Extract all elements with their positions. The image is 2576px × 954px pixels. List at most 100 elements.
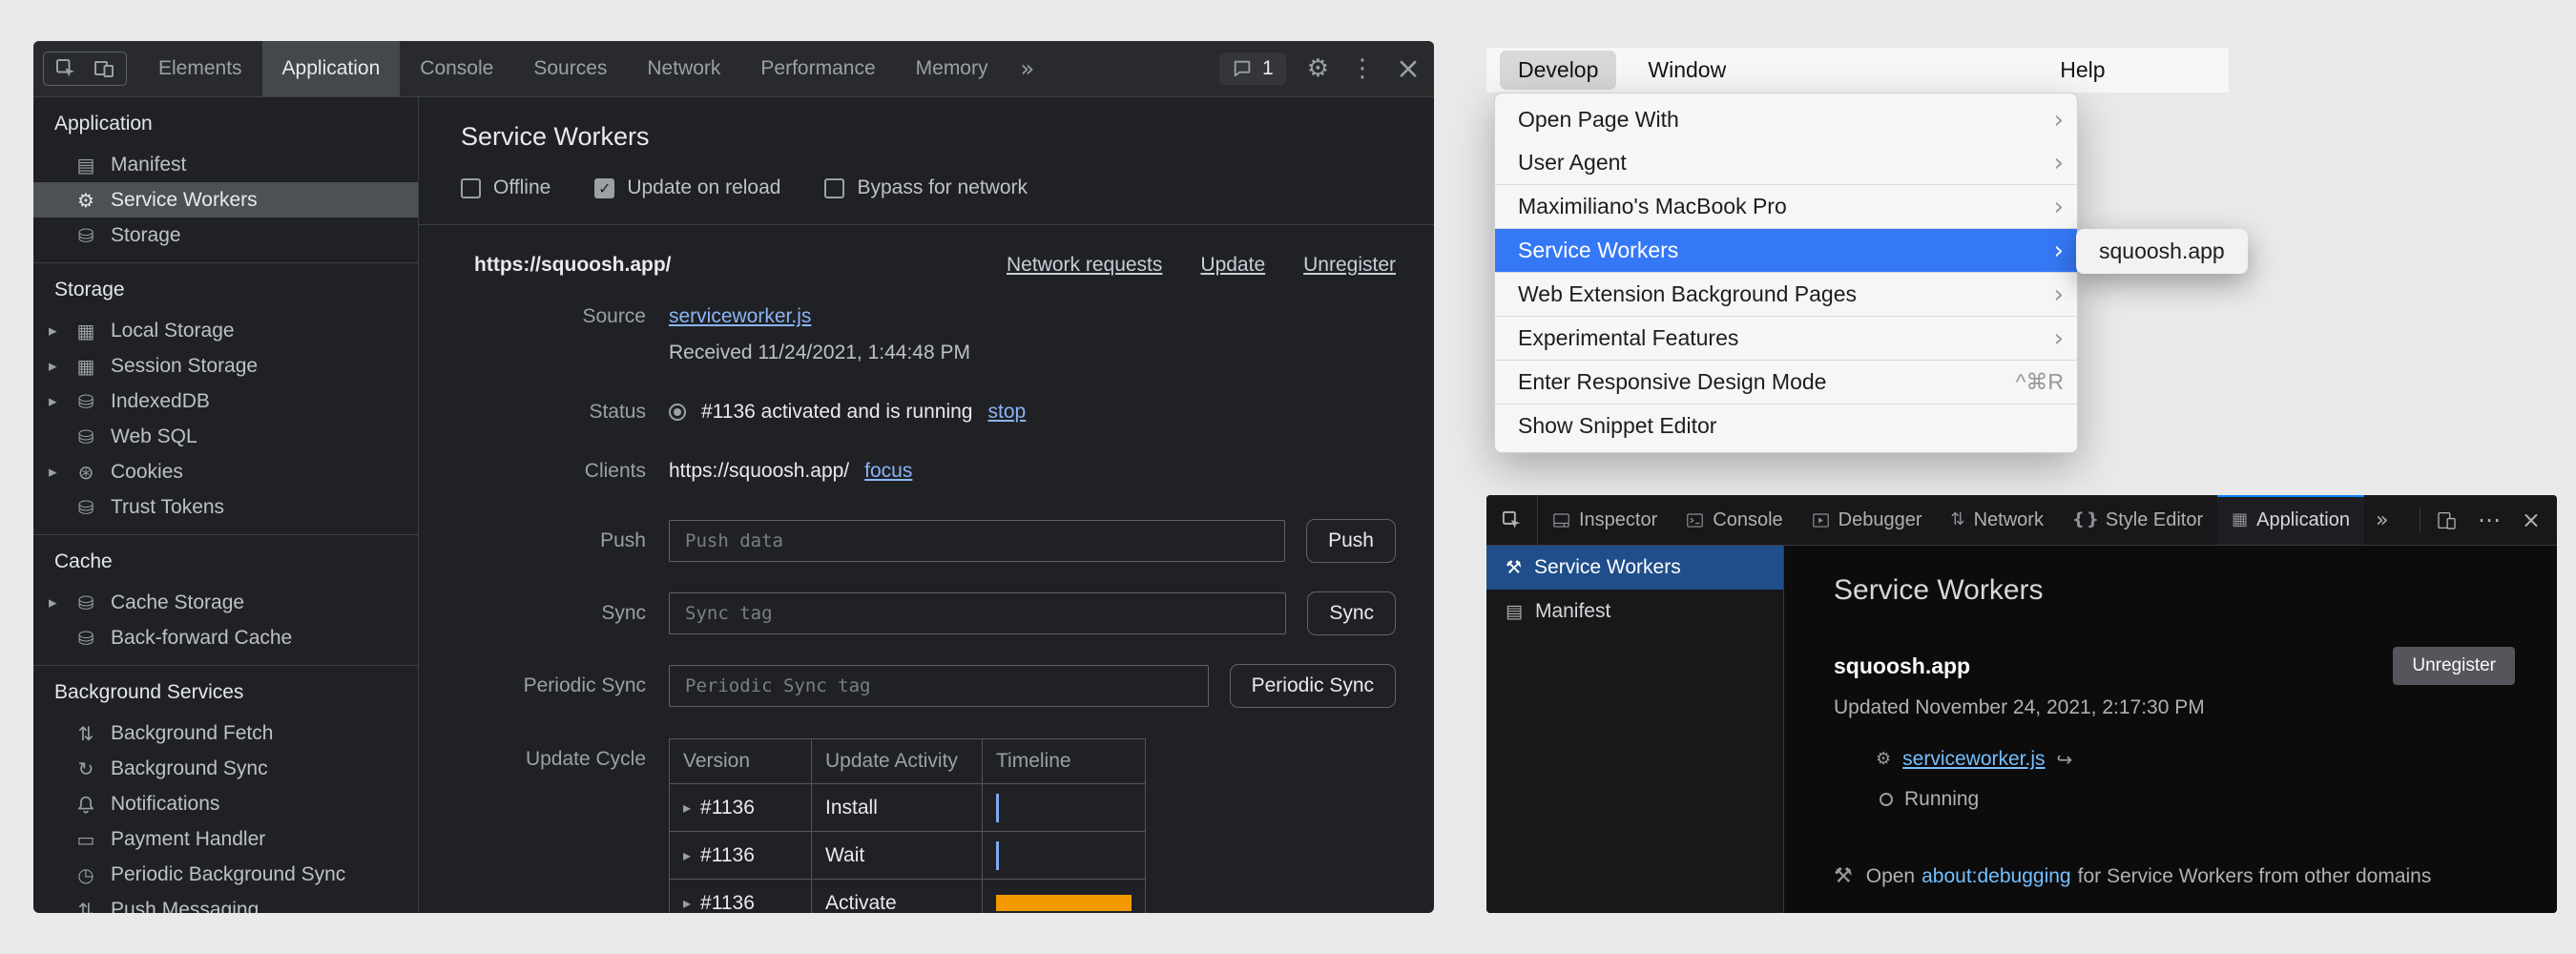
sidebar-item-periodic-background-sync[interactable]: Periodic Background Sync	[33, 857, 418, 892]
offline-checkbox[interactable]: Offline	[461, 176, 551, 199]
network-requests-link[interactable]: Network requests	[1007, 254, 1162, 277]
tab-sources[interactable]: Sources	[513, 41, 627, 96]
expand-arrow-icon[interactable]	[49, 357, 57, 376]
menubar-item-help[interactable]: Help	[2042, 51, 2123, 90]
sidebar-item-storage[interactable]: Storage	[33, 218, 418, 253]
sidebar-item-label: Background Fetch	[111, 722, 273, 745]
tab-console[interactable]: Console	[1672, 495, 1797, 545]
menu-item-user-agent[interactable]: User Agent	[1495, 141, 2077, 184]
checkbox-box-checked[interactable]	[594, 178, 614, 198]
pick-element-icon[interactable]	[1486, 495, 1538, 545]
about-debugging-link[interactable]: about:debugging	[1922, 865, 2071, 888]
periodic-sync-tag-input[interactable]	[669, 665, 1209, 707]
sidebar-item-local-storage[interactable]: Local Storage	[33, 313, 418, 348]
sidebar-item-label: Manifest	[111, 154, 186, 176]
sidebar-item-service-workers[interactable]: Service Workers	[1486, 546, 1783, 590]
sidebar-item-trust-tokens[interactable]: Trust Tokens	[33, 489, 418, 525]
sidebar-item-label: Storage	[111, 224, 181, 247]
worker-script-link[interactable]: serviceworker.js	[1902, 748, 2045, 771]
checkbox-box[interactable]	[824, 178, 844, 198]
checkbox-box[interactable]	[461, 178, 481, 198]
push-button[interactable]: Push	[1306, 519, 1396, 563]
status-text: Running	[1904, 788, 1979, 811]
menu-item-macbook-pro[interactable]: Maximiliano's MacBook Pro	[1495, 185, 2077, 228]
inspector-icon	[1552, 511, 1570, 529]
stop-link[interactable]: stop	[987, 401, 1026, 424]
expand-arrow-icon[interactable]	[49, 392, 57, 411]
tab-performance[interactable]: Performance	[740, 41, 895, 96]
sidebar-item-web-sql[interactable]: Web SQL	[33, 419, 418, 454]
sidebar-item-service-workers[interactable]: Service Workers	[33, 182, 418, 218]
menubar-item-develop[interactable]: Develop	[1500, 51, 1616, 90]
sidebar-item-background-fetch[interactable]: Background Fetch	[33, 716, 418, 751]
sidebar-item-session-storage[interactable]: Session Storage	[33, 348, 418, 384]
inspect-element-icon[interactable]	[54, 57, 77, 80]
settings-gear-icon[interactable]	[1307, 56, 1329, 81]
tab-network[interactable]: Network	[1937, 495, 2058, 545]
sidebar-item-indexeddb[interactable]: IndexedDB	[33, 384, 418, 419]
sidebar-item-back-forward-cache[interactable]: Back-forward Cache	[33, 620, 418, 655]
sidebar-item-payment-handler[interactable]: Payment Handler	[33, 821, 418, 857]
section-title-storage: Storage	[33, 263, 418, 313]
expand-arrow-icon[interactable]	[49, 463, 57, 482]
sidebar-item-manifest[interactable]: Manifest	[1486, 590, 1783, 633]
update-on-reload-checkbox[interactable]: Update on reload	[594, 176, 780, 199]
menubar-item-window[interactable]: Window	[1630, 51, 1744, 90]
push-data-input[interactable]	[669, 520, 1285, 562]
expand-arrow-icon[interactable]	[49, 321, 57, 341]
menu-item-experimental-features[interactable]: Experimental Features	[1495, 317, 2077, 360]
tab-console[interactable]: Console	[400, 41, 513, 96]
sync-tag-input[interactable]	[669, 592, 1286, 634]
close-devtools-icon[interactable]	[2511, 507, 2551, 533]
source-file-link[interactable]: serviceworker.js	[669, 305, 811, 328]
expand-arrow-icon[interactable]	[683, 798, 691, 817]
bypass-for-network-checkbox[interactable]: Bypass for network	[824, 176, 1028, 199]
issues-counter[interactable]: 1	[1219, 52, 1286, 85]
update-link[interactable]: Update	[1200, 254, 1265, 277]
tab-application[interactable]: Application	[262, 41, 401, 96]
jump-to-debugger-icon[interactable]	[2057, 750, 2073, 769]
checkbox-label: Update on reload	[627, 176, 780, 199]
tab-style-editor[interactable]: Style Editor	[2058, 495, 2217, 545]
sidebar-item-label: Payment Handler	[111, 828, 265, 851]
unregister-button[interactable]: Unregister	[2393, 647, 2515, 685]
tab-application[interactable]: Application	[2217, 495, 2364, 545]
device-toolbar-icon[interactable]	[93, 57, 115, 80]
kebab-menu-icon[interactable]	[1350, 56, 1375, 81]
sidebar-item-push-messaging[interactable]: Push Messaging	[33, 892, 418, 913]
service-workers-submenu-item-squoosh[interactable]: squoosh.app	[2076, 229, 2248, 274]
focus-link[interactable]: focus	[864, 460, 912, 483]
sidebar-item-background-sync[interactable]: Background Sync	[33, 751, 418, 786]
section-title-background-services: Background Services	[33, 666, 418, 716]
tab-elements[interactable]: Elements	[138, 41, 262, 96]
up-down-arrows-icon	[73, 901, 98, 914]
expand-arrow-icon[interactable]	[683, 846, 691, 864]
expand-arrow-icon[interactable]	[683, 894, 691, 912]
sidebar-item-cache-storage[interactable]: Cache Storage	[33, 585, 418, 620]
menu-item-open-page-with[interactable]: Open Page With	[1495, 98, 2077, 141]
tab-debugger[interactable]: Debugger	[1797, 495, 1937, 545]
more-tabs-icon[interactable]	[2364, 495, 2399, 545]
sidebar-item-notifications[interactable]: Notifications	[33, 786, 418, 821]
tab-network[interactable]: Network	[627, 41, 740, 96]
timeline-tick	[996, 794, 999, 822]
sync-button[interactable]: Sync	[1307, 591, 1396, 635]
tab-memory[interactable]: Memory	[896, 41, 1008, 96]
firefox-service-workers-pane: Service Workers squoosh.app Unregister U…	[1784, 546, 2557, 913]
submenu-chevron-icon	[2054, 195, 2064, 219]
sidebar-item-cookies[interactable]: Cookies	[33, 454, 418, 489]
meatball-menu-icon[interactable]	[2467, 507, 2511, 533]
sidebar-item-manifest[interactable]: Manifest	[33, 147, 418, 182]
menu-item-web-extension-background-pages[interactable]: Web Extension Background Pages	[1495, 273, 2077, 316]
menu-item-show-snippet-editor[interactable]: Show Snippet Editor	[1495, 404, 2077, 447]
close-devtools-icon[interactable]	[1396, 54, 1421, 84]
responsive-design-mode-icon[interactable]	[2426, 510, 2467, 530]
menu-item-enter-responsive-design-mode[interactable]: Enter Responsive Design Mode ^⌘R	[1495, 361, 2077, 404]
sync-row: Sync Sync	[474, 591, 1396, 635]
more-tabs-icon[interactable]	[1008, 41, 1047, 96]
expand-arrow-icon[interactable]	[49, 593, 57, 612]
menu-item-service-workers[interactable]: Service Workers	[1495, 229, 2077, 272]
periodic-sync-button[interactable]: Periodic Sync	[1230, 664, 1396, 708]
unregister-link[interactable]: Unregister	[1303, 254, 1396, 277]
tab-inspector[interactable]: Inspector	[1538, 495, 1672, 545]
